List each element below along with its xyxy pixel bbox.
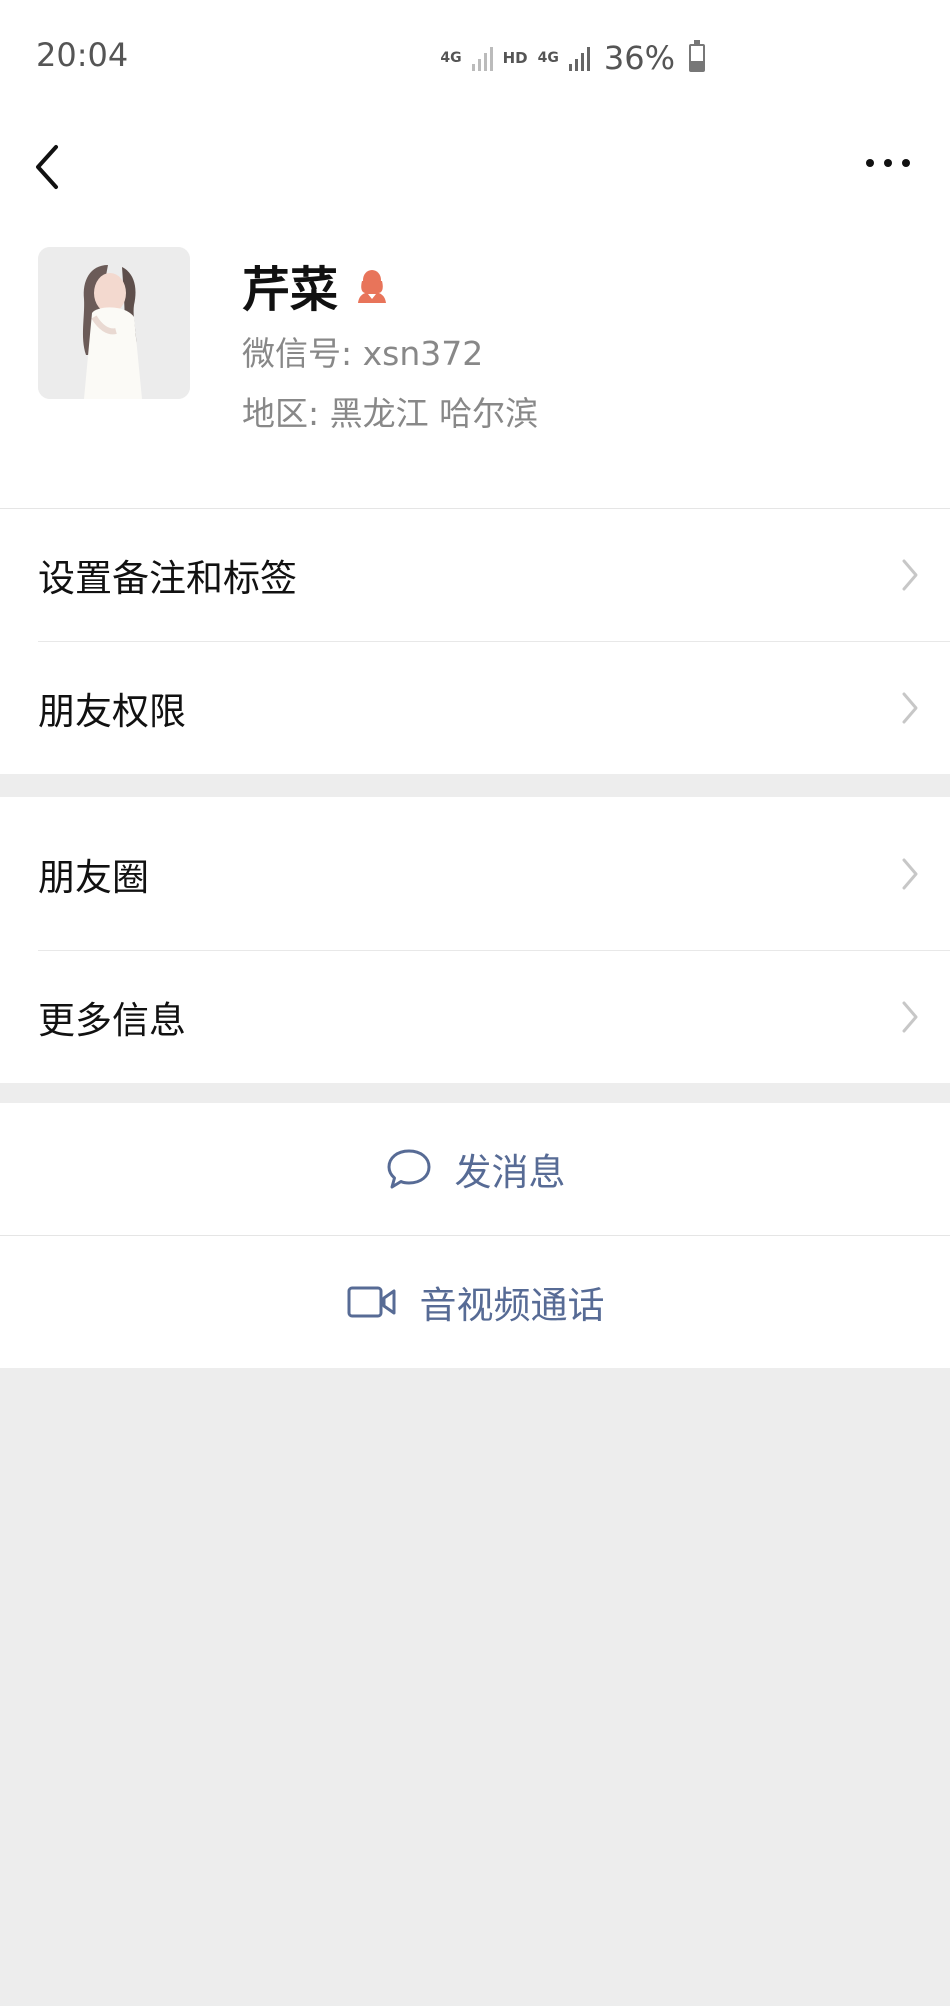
chevron-right-icon: [902, 559, 918, 591]
chevron-left-icon: [36, 145, 58, 189]
moments-row[interactable]: 朋友圈: [0, 797, 950, 950]
status-time: 20:04: [36, 36, 129, 74]
row-label: 更多信息: [38, 999, 186, 1042]
chat-bubble-icon: [387, 1149, 430, 1189]
info-group: 朋友圈 更多信息: [0, 797, 950, 1083]
navigation-bar: [0, 115, 950, 215]
battery-percentage: 36%: [603, 39, 675, 77]
send-message-label: 发消息: [454, 1151, 566, 1194]
wechat-id: 微信号: xsn372: [242, 334, 484, 373]
female-icon: [358, 270, 387, 303]
more-options-button[interactable]: [848, 125, 928, 205]
status-bar: 20:04 4G HD 4G 36%: [0, 0, 950, 115]
row-label: 朋友权限: [38, 690, 186, 733]
signal-icon-2: [568, 45, 590, 71]
send-message-button[interactable]: 发消息: [0, 1103, 950, 1235]
row-label: 朋友圈: [38, 855, 149, 899]
settings-group: 设置备注和标签 朋友权限: [0, 509, 950, 774]
network-type-1: 4G: [440, 50, 462, 66]
video-camera-icon: [347, 1286, 395, 1318]
profile-header-area: 20:04 4G HD 4G 36% 芹菜 微信号: xsn372 地区: 黑龙…: [0, 0, 950, 508]
chevron-right-icon: [902, 692, 918, 724]
contact-name: 芹菜: [242, 262, 339, 318]
region: 地区: 黑龙江 哈尔滨: [242, 394, 539, 433]
profile-info: 芹菜 微信号: xsn372 地区: 黑龙江 哈尔滨: [0, 215, 950, 508]
hd-indicator: HD: [502, 49, 528, 67]
network-type-2: 4G: [537, 50, 559, 66]
remarks-and-tags-row[interactable]: 设置备注和标签: [0, 509, 950, 641]
signal-icon: [471, 45, 493, 71]
back-button[interactable]: [22, 125, 92, 205]
name-row: 芹菜: [242, 250, 392, 320]
video-call-button[interactable]: 音视频通话: [0, 1236, 950, 1368]
ellipsis-icon: [866, 159, 910, 167]
avatar-image: [38, 247, 190, 399]
more-info-row[interactable]: 更多信息: [0, 951, 950, 1083]
battery-icon: [689, 40, 705, 72]
row-label: 设置备注和标签: [38, 557, 297, 600]
status-indicators: 4G HD 4G 36%: [440, 38, 705, 78]
chevron-right-icon: [902, 858, 918, 889]
actions-group: 发消息 音视频通话: [0, 1103, 950, 1368]
friend-permissions-row[interactable]: 朋友权限: [0, 642, 950, 774]
avatar[interactable]: [38, 247, 190, 399]
chevron-right-icon: [902, 1001, 918, 1033]
video-call-label: 音视频通话: [419, 1284, 605, 1327]
